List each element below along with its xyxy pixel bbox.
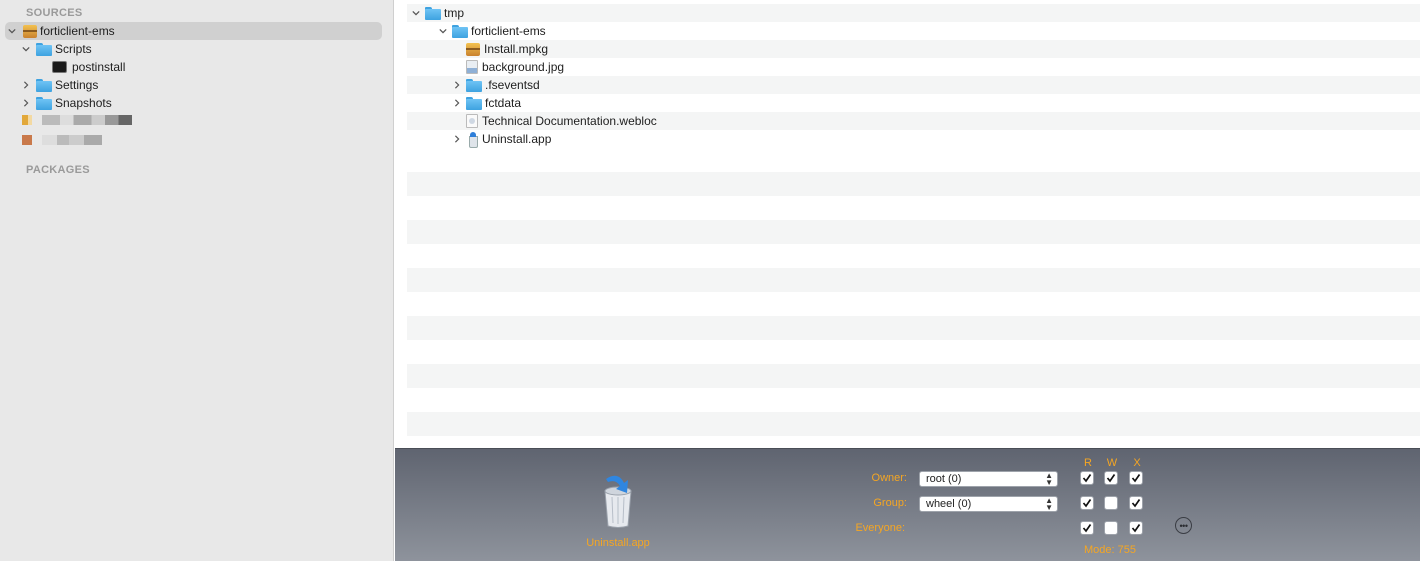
column-write-header: W <box>1106 457 1118 469</box>
chevron-down-icon[interactable] <box>409 6 423 20</box>
sidebar-item-postinstall[interactable]: postinstall <box>5 58 382 76</box>
column-execute-header: X <box>1133 457 1141 469</box>
tree-row-forticlient-ems[interactable]: forticlient-ems <box>407 22 1420 40</box>
tree-row-uninstall-app[interactable]: Uninstall.app <box>407 130 1420 148</box>
tree-row-install-mpkg[interactable]: Install.mpkg <box>407 40 1420 58</box>
sidebar-item-label: Settings <box>55 78 99 92</box>
chevron-right-icon[interactable] <box>450 96 464 110</box>
everyone-read-checkbox[interactable] <box>1080 521 1094 535</box>
redacted-label <box>42 115 132 125</box>
owner-write-checkbox[interactable] <box>1104 471 1118 485</box>
source-icon <box>22 115 32 125</box>
sidebar-item-label: forticlient-ems <box>40 24 115 38</box>
folder-icon <box>36 96 52 110</box>
chevron-right-icon[interactable] <box>19 78 33 92</box>
folder-icon <box>36 42 52 56</box>
source-icon <box>22 135 32 145</box>
package-icon <box>466 42 480 56</box>
tree-row-fseventsd[interactable]: .fseventsd <box>407 76 1420 94</box>
webloc-file-icon <box>466 114 478 128</box>
packages-header: PACKAGES <box>26 164 90 176</box>
app-icon <box>466 132 478 148</box>
chevron-right-icon[interactable] <box>19 96 33 110</box>
group-write-checkbox[interactable] <box>1104 496 1118 510</box>
sidebar-item-label: Scripts <box>55 42 92 56</box>
group-value: wheel (0) <box>926 498 972 510</box>
tree-row-label: Technical Documentation.webloc <box>482 114 657 128</box>
sources-header: SOURCES <box>26 7 83 19</box>
tree-row-label: Uninstall.app <box>482 132 552 146</box>
group-read-checkbox[interactable] <box>1080 496 1094 510</box>
owner-select[interactable]: root (0) ▲ ▼ <box>919 471 1058 487</box>
owner-label: Owner: <box>871 472 907 484</box>
sidebar-item-label: Snapshots <box>55 96 112 110</box>
empty-row <box>407 172 1420 196</box>
select-arrows-icon: ▲ ▼ <box>1045 471 1053 487</box>
everyone-write-checkbox[interactable] <box>1104 521 1118 535</box>
sidebar-item-redacted[interactable] <box>5 131 382 149</box>
trash-icon <box>604 475 632 528</box>
owner-read-checkbox[interactable] <box>1080 471 1094 485</box>
sidebar-item-forticlient-ems[interactable]: forticlient-ems <box>5 22 382 40</box>
folder-icon <box>36 78 52 92</box>
owner-execute-checkbox[interactable] <box>1129 471 1143 485</box>
select-arrows-icon: ▲ ▼ <box>1045 496 1053 512</box>
chevron-down-icon[interactable] <box>19 42 33 56</box>
chevron-right-icon[interactable] <box>450 78 464 92</box>
empty-row <box>407 412 1420 436</box>
file-browser: tmp forticlient-ems Install.mpkg backgro… <box>395 0 1420 448</box>
folder-icon <box>452 24 468 38</box>
everyone-execute-checkbox[interactable] <box>1129 521 1143 535</box>
mode-value: Mode: 755 <box>1084 544 1136 556</box>
sidebar-item-redacted[interactable] <box>5 111 382 129</box>
tree-row-fctdata[interactable]: fctdata <box>407 94 1420 112</box>
column-read-header: R <box>1084 457 1092 469</box>
tree-row-label: .fseventsd <box>485 78 540 92</box>
empty-row <box>407 220 1420 244</box>
tree-row-background-jpg[interactable]: background.jpg <box>407 58 1420 76</box>
group-label: Group: <box>873 497 907 509</box>
group-execute-checkbox[interactable] <box>1129 496 1143 510</box>
folder-icon <box>466 78 482 92</box>
chevron-down-icon[interactable] <box>5 24 19 38</box>
tree-row-label: fctdata <box>485 96 522 110</box>
folder-icon <box>466 96 482 110</box>
owner-value: root (0) <box>926 473 962 485</box>
sidebar-item-settings[interactable]: Settings <box>5 76 382 94</box>
selected-item-name: Uninstall.app <box>586 537 650 549</box>
group-select[interactable]: wheel (0) ▲ ▼ <box>919 496 1058 512</box>
folder-icon <box>425 6 441 20</box>
tree-row-label: tmp <box>444 6 465 20</box>
tree-row-technical-documentation[interactable]: Technical Documentation.webloc <box>407 112 1420 130</box>
tree-row-tmp[interactable]: tmp <box>407 4 1420 22</box>
chevron-right-icon[interactable] <box>450 132 464 146</box>
empty-row <box>407 268 1420 292</box>
image-file-icon <box>466 60 478 74</box>
inspector-panel: Uninstall.app R W X Owner: root (0) ▲ ▼ G… <box>395 448 1420 561</box>
redacted-label <box>42 135 102 145</box>
tree-row-label: background.jpg <box>482 60 565 74</box>
package-icon <box>23 24 37 38</box>
sidebar-item-label: postinstall <box>72 60 126 74</box>
chevron-down-icon[interactable] <box>436 24 450 38</box>
terminal-icon <box>52 61 67 73</box>
more-options-button[interactable]: ••• <box>1175 517 1192 534</box>
sidebar: SOURCES forticlient-ems Scripts postinst… <box>0 0 394 561</box>
tree-row-label: Install.mpkg <box>484 42 549 56</box>
sidebar-item-snapshots[interactable]: Snapshots <box>5 94 382 112</box>
sidebar-item-scripts[interactable]: Scripts <box>5 40 382 58</box>
everyone-label: Everyone: <box>855 522 905 534</box>
tree-row-label: forticlient-ems <box>471 24 546 38</box>
empty-row <box>407 364 1420 388</box>
empty-row <box>407 316 1420 340</box>
